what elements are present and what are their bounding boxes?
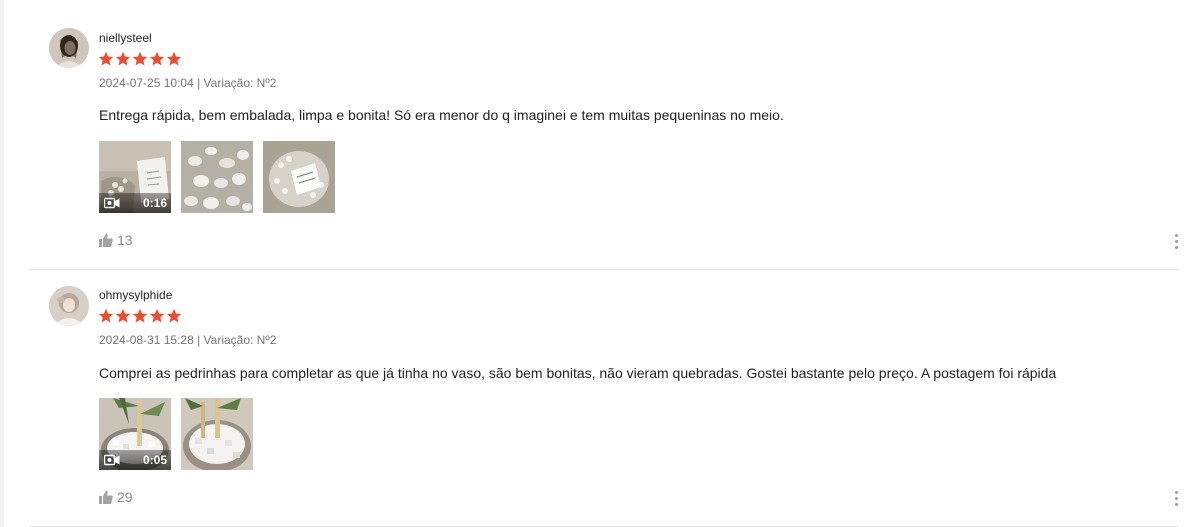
video-duration: 0:16 (142, 196, 167, 210)
star-icon (132, 51, 148, 66)
review-item: ohmysylphide 2024-08-31 15:28 | Variação… (29, 270, 1179, 527)
review-username[interactable]: ohmysylphide (99, 288, 172, 302)
review-item: niellysteel 2024-07-25 10:04 | Variação:… (29, 0, 1179, 270)
video-overlay: 0:05 (99, 450, 171, 470)
video-duration: 0:05 (142, 453, 167, 467)
star-icon (115, 51, 131, 66)
more-options-button[interactable] (1173, 234, 1179, 249)
video-overlay: 0:16 (99, 193, 171, 213)
like-count: 13 (117, 232, 133, 248)
star-icon (132, 308, 148, 323)
star-icon (166, 308, 182, 323)
review-photo-thumbnail[interactable] (263, 141, 335, 213)
star-icon (149, 51, 165, 66)
like-count: 29 (117, 489, 133, 505)
more-vertical-icon (1174, 234, 1178, 237)
video-camera-icon (104, 454, 120, 466)
review-photo-thumbnail[interactable] (181, 398, 253, 470)
review-meta: 2024-08-31 15:28 | Variação: Nº2 (99, 333, 277, 347)
star-icon (166, 51, 182, 66)
like-button[interactable]: 13 (99, 232, 133, 248)
review-video-thumbnail[interactable]: 0:16 (99, 141, 171, 213)
thumbs-up-icon (99, 233, 113, 247)
star-icon (98, 308, 114, 323)
thumbs-up-icon (99, 490, 113, 504)
review-text: Comprei as pedrinhas para completar as q… (99, 365, 1057, 381)
user-avatar[interactable] (49, 286, 89, 326)
star-icon (149, 308, 165, 323)
like-button[interactable]: 29 (99, 489, 133, 505)
review-username[interactable]: niellysteel (99, 31, 152, 45)
review-photo-thumbnail[interactable] (181, 141, 253, 213)
more-options-button[interactable] (1173, 491, 1179, 506)
more-vertical-icon (1174, 491, 1178, 494)
star-icon (115, 308, 131, 323)
user-avatar[interactable] (49, 28, 89, 68)
page-left-edge (0, 0, 4, 527)
review-media: 0:05 (99, 398, 253, 470)
star-rating (98, 51, 182, 67)
star-icon (98, 51, 114, 66)
video-camera-icon (104, 197, 120, 209)
review-text: Entrega rápida, bem embalada, limpa e bo… (99, 107, 784, 123)
review-media: 0:16 (99, 141, 335, 213)
review-meta: 2024-07-25 10:04 | Variação: Nº2 (99, 76, 277, 90)
review-video-thumbnail[interactable]: 0:05 (99, 398, 171, 470)
star-rating (98, 308, 182, 324)
